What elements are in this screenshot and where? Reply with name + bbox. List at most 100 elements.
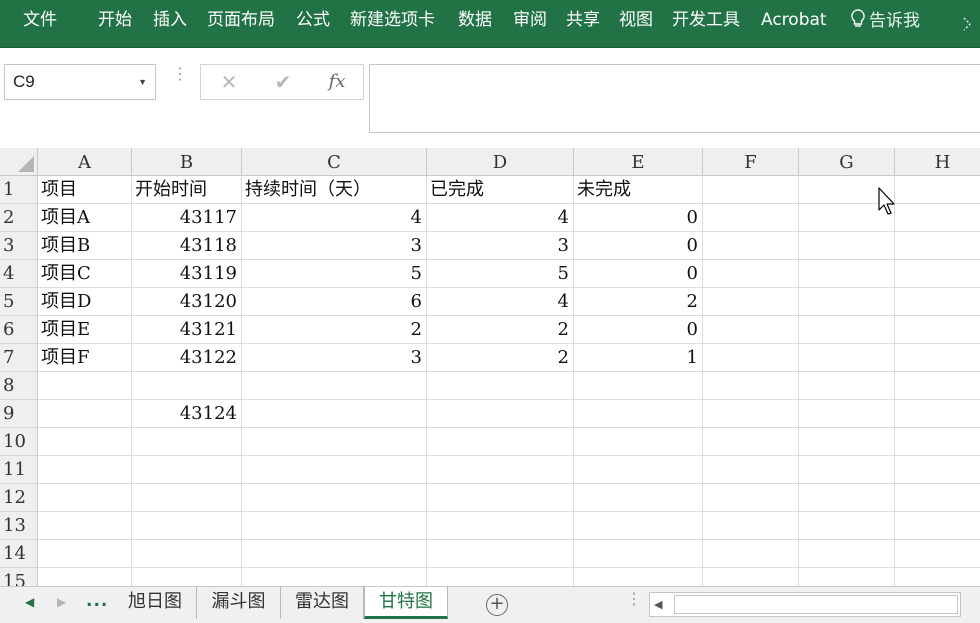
row-header[interactable]: 6 (0, 316, 38, 344)
more-sheets-button[interactable]: ... (86, 591, 108, 611)
column-header-c[interactable]: C (242, 148, 427, 176)
cell-a9[interactable] (38, 400, 132, 428)
cell-d5[interactable]: 4 (427, 288, 574, 316)
cell-d10[interactable] (427, 428, 574, 456)
cell-a3[interactable]: 项目B (38, 232, 132, 260)
ribbon-tab-7[interactable]: 审阅 (513, 0, 547, 42)
ribbon-tab-6[interactable]: 数据 (458, 0, 492, 42)
cell-d13[interactable] (427, 512, 574, 540)
cell-h4[interactable] (895, 260, 980, 288)
horizontal-scrollbar[interactable]: ◀ (649, 592, 961, 617)
cell-f9[interactable] (703, 400, 799, 428)
insert-function-icon[interactable]: fx (321, 65, 353, 99)
column-header-h[interactable]: H (895, 148, 980, 176)
cell-d9[interactable] (427, 400, 574, 428)
cell-g15[interactable] (799, 568, 895, 586)
cell-b5[interactable]: 43120 (132, 288, 242, 316)
cell-a8[interactable] (38, 372, 132, 400)
cell-c5[interactable]: 6 (242, 288, 427, 316)
cell-a1[interactable]: 项目 (38, 176, 132, 204)
cell-e4[interactable]: 0 (574, 260, 703, 288)
ribbon-more-icon[interactable] (960, 14, 980, 34)
cell-b1[interactable]: 开始时间 (132, 176, 242, 204)
ribbon-tab-4[interactable]: 公式 (296, 0, 330, 42)
row-header[interactable]: 10 (0, 428, 38, 456)
cell-a2[interactable]: 项目A (38, 204, 132, 232)
cell-e6[interactable]: 0 (574, 316, 703, 344)
cell-f1[interactable] (703, 176, 799, 204)
cell-c13[interactable] (242, 512, 427, 540)
cell-a7[interactable]: 项目F (38, 344, 132, 372)
cell-h12[interactable] (895, 484, 980, 512)
ribbon-tab-5[interactable]: 新建选项卡 (350, 0, 435, 42)
cell-b3[interactable]: 43118 (132, 232, 242, 260)
ribbon-tab-9[interactable]: 视图 (619, 0, 653, 42)
cell-d12[interactable] (427, 484, 574, 512)
cell-d3[interactable]: 3 (427, 232, 574, 260)
cell-e11[interactable] (574, 456, 703, 484)
row-header[interactable]: 12 (0, 484, 38, 512)
row-header[interactable]: 13 (0, 512, 38, 540)
cell-e7[interactable]: 1 (574, 344, 703, 372)
cell-d8[interactable] (427, 372, 574, 400)
cell-h2[interactable] (895, 204, 980, 232)
ribbon-tab-2[interactable]: 插入 (153, 0, 187, 42)
cell-c10[interactable] (242, 428, 427, 456)
cell-h14[interactable] (895, 540, 980, 568)
cell-c15[interactable] (242, 568, 427, 586)
cell-h10[interactable] (895, 428, 980, 456)
cell-e2[interactable]: 0 (574, 204, 703, 232)
row-header[interactable]: 2 (0, 204, 38, 232)
column-header-b[interactable]: B (132, 148, 242, 176)
row-header[interactable]: 5 (0, 288, 38, 316)
cell-b4[interactable]: 43119 (132, 260, 242, 288)
cell-d4[interactable]: 5 (427, 260, 574, 288)
cell-h15[interactable] (895, 568, 980, 586)
cell-e15[interactable] (574, 568, 703, 586)
cell-d15[interactable] (427, 568, 574, 586)
formula-input[interactable] (369, 64, 980, 133)
cell-g13[interactable] (799, 512, 895, 540)
column-header-e[interactable]: E (574, 148, 703, 176)
cell-h7[interactable] (895, 344, 980, 372)
cell-g5[interactable] (799, 288, 895, 316)
cell-g9[interactable] (799, 400, 895, 428)
ribbon-tab-10[interactable]: 开发工具 (672, 0, 740, 42)
cell-g3[interactable] (799, 232, 895, 260)
cell-b10[interactable] (132, 428, 242, 456)
select-all-button[interactable] (0, 148, 38, 176)
row-header[interactable]: 3 (0, 232, 38, 260)
ribbon-tab-3[interactable]: 页面布局 (207, 0, 275, 42)
cell-a4[interactable]: 项目C (38, 260, 132, 288)
cell-f6[interactable] (703, 316, 799, 344)
sheet-tab-0[interactable]: 旭日图 (114, 587, 197, 619)
row-header[interactable]: 11 (0, 456, 38, 484)
cell-e12[interactable] (574, 484, 703, 512)
cell-b9[interactable]: 43124 (132, 400, 242, 428)
column-header-f[interactable]: F (703, 148, 799, 176)
scroll-tabs-right-icon[interactable]: ▶ (57, 595, 66, 609)
cell-e10[interactable] (574, 428, 703, 456)
cell-f15[interactable] (703, 568, 799, 586)
cell-a13[interactable] (38, 512, 132, 540)
cell-c2[interactable]: 4 (242, 204, 427, 232)
cell-a11[interactable] (38, 456, 132, 484)
ribbon-tab-11[interactable]: Acrobat (761, 0, 827, 42)
cell-g10[interactable] (799, 428, 895, 456)
chevron-down-icon[interactable]: ▼ (138, 65, 147, 99)
cell-a15[interactable] (38, 568, 132, 586)
cell-g7[interactable] (799, 344, 895, 372)
cell-h5[interactable] (895, 288, 980, 316)
cell-f5[interactable] (703, 288, 799, 316)
cell-c4[interactable]: 5 (242, 260, 427, 288)
row-header[interactable]: 7 (0, 344, 38, 372)
cell-d7[interactable]: 2 (427, 344, 574, 372)
cell-a5[interactable]: 项目D (38, 288, 132, 316)
cell-c8[interactable] (242, 372, 427, 400)
ribbon-tab-0[interactable]: 文件 (23, 0, 57, 42)
cell-e3[interactable]: 0 (574, 232, 703, 260)
column-header-g[interactable]: G (799, 148, 895, 176)
cell-h13[interactable] (895, 512, 980, 540)
cell-h1[interactable] (895, 176, 980, 204)
cell-f14[interactable] (703, 540, 799, 568)
